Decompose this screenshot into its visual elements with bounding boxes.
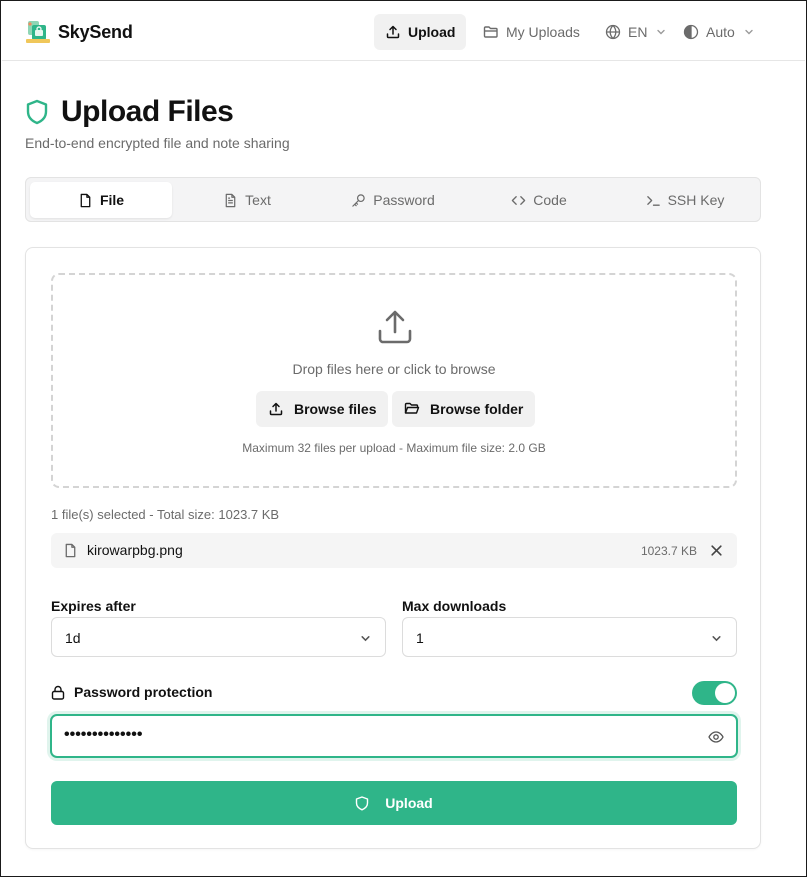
globe-icon [605,24,621,40]
chevron-down-icon [745,29,753,35]
password-masked-value: •••••••••••••• [64,726,143,743]
language-label: EN [628,24,648,40]
key-icon [352,193,365,207]
top-header: SkySend Upload My Uploads EN Auto [2,2,805,61]
skysend-logo-icon [26,21,50,43]
page-subtitle: End-to-end encrypted file and note shari… [25,135,290,151]
tab-password-label: Password [373,192,435,208]
tab-code-label: Code [533,192,567,208]
eye-icon[interactable] [708,729,724,745]
tab-text-label: Text [245,192,271,208]
upload-icon [386,25,400,39]
tab-file-label: File [99,192,125,208]
browse-folder-button[interactable]: Browse folder [392,391,536,427]
max-downloads-select[interactable]: 1 [402,617,737,657]
language-selector[interactable]: EN [594,14,677,50]
password-protection-toggle[interactable] [692,681,737,705]
upload-submit-label: Upload [385,795,433,811]
expires-select[interactable]: 1d [51,617,386,657]
expires-value: 1d [65,630,81,646]
browse-files-button[interactable]: Browse files [256,391,389,427]
chevron-down-icon [361,636,370,642]
chevron-down-icon [712,636,721,642]
close-icon[interactable] [710,544,723,557]
chevron-down-icon [657,29,666,35]
theme-selector[interactable]: Auto [672,14,765,50]
max-downloads-label: Max downloads [402,598,507,614]
brand-name: SkySend [58,21,133,42]
upload-limits-hint: Maximum 32 files per upload - Maximum fi… [242,441,546,455]
file-dropzone[interactable]: Drop files here or click to browse Brows… [51,273,737,488]
terminal-icon [646,195,660,206]
upload-card: Drop files here or click to browse Brows… [25,247,761,849]
tab-password[interactable]: Password [322,182,464,218]
nav-upload-label: Upload [408,24,456,40]
tab-ssh-key[interactable]: SSH Key [614,182,756,218]
theme-icon [683,24,699,40]
nav-my-uploads[interactable]: My Uploads [472,14,591,50]
password-input[interactable]: •••••••••••••• [50,714,738,758]
dropzone-text: Drop files here or click to browse [292,361,496,377]
upload-submit-button[interactable]: Upload [51,781,737,825]
nav-my-uploads-label: My Uploads [506,24,580,40]
nav-upload[interactable]: Upload [374,14,467,50]
theme-label: Auto [706,24,735,40]
selection-summary: 1 file(s) selected - Total size: 1023.7 … [51,507,280,522]
selected-file-row: kirowarpbg.png 1023.7 KB [51,533,737,568]
browse-folder-label: Browse folder [430,401,524,417]
upload-icon [269,402,283,416]
tab-file[interactable]: File [30,182,172,218]
page-heading: Upload Files [25,95,234,129]
password-protection-text: Password protection [74,684,213,700]
folder-icon [483,26,498,38]
file-icon [65,543,76,558]
browse-files-label: Browse files [294,401,377,417]
max-downloads-value: 1 [416,630,424,646]
upload-icon [378,310,412,344]
content-type-tabs: File Text Password Code SSH Key [25,177,761,222]
page-title: Upload Files [61,95,234,128]
expires-label: Expires after [51,598,136,614]
app-window: SkySend Upload My Uploads EN Auto Upload… [0,0,807,877]
password-protection-label: Password protection [51,684,212,700]
text-file-icon [225,193,236,207]
folder-open-icon [404,402,420,414]
shield-icon [356,795,369,810]
tab-code[interactable]: Code [468,182,610,218]
toggle-knob [715,683,735,703]
brand[interactable]: SkySend [26,19,133,45]
lock-icon [51,685,65,700]
shield-icon [26,99,48,125]
tab-text[interactable]: Text [176,182,318,218]
selected-file-size: 1023.7 KB [640,544,697,558]
code-icon [512,195,526,205]
file-icon [80,193,91,207]
tab-ssh-key-label: SSH Key [667,192,725,208]
selected-file-name: kirowarpbg.png [87,542,183,558]
